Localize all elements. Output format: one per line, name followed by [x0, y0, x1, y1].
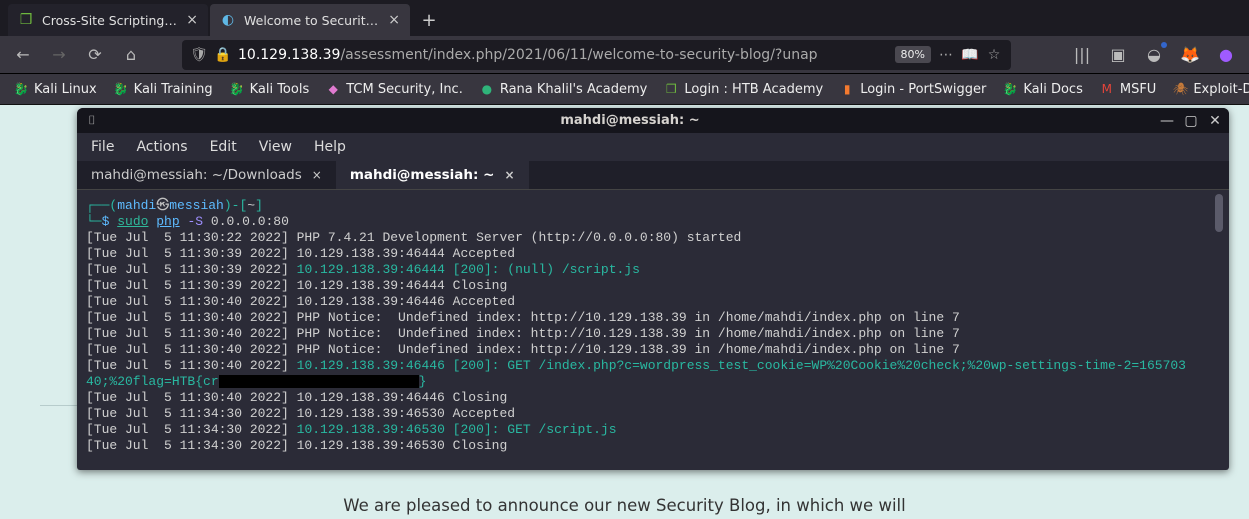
url-bar[interactable]: 🛡 🔒 10.129.138.39/assessment/index.php/2…: [182, 40, 1011, 70]
bookmark-label: Login : HTB Academy: [684, 82, 823, 97]
home-button[interactable]: ⌂: [116, 40, 146, 70]
forward-button[interactable]: →: [44, 40, 74, 70]
bookmark-label: Kali Docs: [1023, 82, 1083, 97]
terminal-title: mahdi@messiah: ~: [101, 113, 1159, 128]
square-icon: ▮: [839, 81, 855, 97]
firefox-icon: ◐: [220, 12, 236, 28]
bookmark-htb[interactable]: ❒ Login : HTB Academy: [656, 76, 830, 102]
bookmark-label: Kali Tools: [250, 82, 310, 97]
menu-file[interactable]: File: [91, 139, 114, 155]
circle-icon: ●: [479, 81, 495, 97]
bookmark-label: TCM Security, Inc.: [346, 82, 463, 97]
diamond-icon: ◆: [325, 81, 341, 97]
close-button[interactable]: ✕: [1207, 113, 1223, 129]
meatball-icon[interactable]: ⋯: [937, 47, 955, 63]
minimize-button[interactable]: —: [1159, 113, 1175, 129]
menu-edit[interactable]: Edit: [210, 139, 237, 155]
bookmark-rana[interactable]: ● Rana Khalil's Academy: [472, 76, 654, 102]
shield-icon: 🛡: [190, 47, 208, 63]
sidebar-icon[interactable]: ▣: [1103, 40, 1133, 70]
terminal-tab-downloads[interactable]: mahdi@messiah: ~/Downloads ×: [77, 161, 336, 189]
dragon-icon: 🐉: [13, 81, 29, 97]
scrollbar-thumb[interactable]: [1215, 194, 1223, 232]
star-icon[interactable]: ☆: [985, 47, 1003, 63]
tab-strip: ❒ Cross-Site Scripting (XSS × ◐ Welcome …: [0, 0, 1249, 36]
new-tab-button[interactable]: +: [412, 4, 446, 36]
bookmark-kali-docs[interactable]: 🐉 Kali Docs: [995, 76, 1090, 102]
bookmark-label: Login - PortSwigger: [860, 82, 986, 97]
terminal-tabs: mahdi@messiah: ~/Downloads × mahdi@messia…: [77, 161, 1229, 190]
bookmark-msfu[interactable]: М MSFU: [1092, 76, 1163, 102]
cube-icon: ❒: [18, 12, 34, 28]
bookmark-label: Rana Khalil's Academy: [500, 82, 647, 97]
library-icon[interactable]: |||: [1067, 40, 1097, 70]
dragon-icon: 🐉: [113, 81, 129, 97]
redacted-block: [219, 375, 419, 388]
zoom-badge[interactable]: 80%: [895, 46, 931, 63]
bookmark-kali-training[interactable]: 🐉 Kali Training: [106, 76, 220, 102]
bookmark-tcm[interactable]: ◆ TCM Security, Inc.: [318, 76, 470, 102]
dragon-icon: 🐉: [1002, 81, 1018, 97]
extension-icon[interactable]: ●: [1211, 40, 1241, 70]
terminal-titlebar[interactable]: ⌷ mahdi@messiah: ~ — ▢ ✕: [77, 108, 1229, 133]
menu-actions[interactable]: Actions: [136, 139, 187, 155]
close-icon[interactable]: ×: [312, 168, 322, 182]
bookmark-exploit-db[interactable]: 🕷 Exploit-DB: [1165, 76, 1249, 102]
terminal-tab-label: mahdi@messiah: ~/Downloads: [91, 167, 302, 183]
spider-icon: 🕷: [1172, 81, 1188, 97]
back-button[interactable]: ←: [8, 40, 38, 70]
browser-chrome: ❒ Cross-Site Scripting (XSS × ◐ Welcome …: [0, 0, 1249, 105]
nav-toolbar: ← → ⟳ ⌂ 🛡 🔒 10.129.138.39/assessment/ind…: [0, 36, 1249, 74]
terminal-body[interactable]: ┌──(mahdi㉿messiah)-[~] └─$ sudo php -S 0…: [81, 190, 1225, 464]
tab-active[interactable]: ◐ Welcome to Security Blog – ×: [210, 4, 410, 36]
tab-inactive[interactable]: ❒ Cross-Site Scripting (XSS ×: [8, 4, 208, 36]
menu-view[interactable]: View: [259, 139, 292, 155]
bookmark-label: Exploit-DB: [1193, 82, 1249, 97]
terminal-menubar: File Actions Edit View Help: [77, 133, 1229, 161]
url-text: 10.129.138.39/assessment/index.php/2021/…: [238, 47, 885, 63]
terminal-output: ┌──(mahdi㉿messiah)-[~] └─$ sudo php -S 0…: [86, 198, 1220, 454]
m-icon: М: [1099, 81, 1115, 97]
lock-strike-icon: 🔒: [214, 47, 232, 63]
close-icon[interactable]: ×: [388, 13, 400, 27]
cube-icon: ❒: [663, 81, 679, 97]
reader-icon[interactable]: 📖: [961, 47, 979, 63]
bookmark-portswigger[interactable]: ▮ Login - PortSwigger: [832, 76, 993, 102]
terminal-tab-label: mahdi@messiah: ~: [350, 167, 495, 183]
bookmark-label: Kali Linux: [34, 82, 97, 97]
page-intro: We are pleased to announce our new Secur…: [0, 496, 1249, 515]
terminal-icon: ⌷: [83, 113, 101, 128]
bookmark-kali-linux[interactable]: 🐉 Kali Linux: [6, 76, 104, 102]
bookmarks-bar: 🐉 Kali Linux 🐉 Kali Training 🐉 Kali Tools ◆…: [0, 74, 1249, 105]
account-icon[interactable]: ◒: [1139, 40, 1169, 70]
foxy-icon[interactable]: 🦊: [1175, 40, 1205, 70]
close-icon[interactable]: ×: [186, 13, 198, 27]
tab-label: Welcome to Security Blog –: [244, 13, 380, 28]
maximize-button[interactable]: ▢: [1183, 113, 1199, 129]
terminal-window: ⌷ mahdi@messiah: ~ — ▢ ✕ File Actions Ed…: [77, 108, 1229, 470]
bookmark-label: MSFU: [1120, 82, 1156, 97]
tab-label: Cross-Site Scripting (XSS: [42, 13, 178, 28]
dragon-icon: 🐉: [229, 81, 245, 97]
close-icon[interactable]: ×: [504, 168, 514, 182]
reload-button[interactable]: ⟳: [80, 40, 110, 70]
terminal-tab-home[interactable]: mahdi@messiah: ~ ×: [336, 161, 529, 189]
bookmark-kali-tools[interactable]: 🐉 Kali Tools: [222, 76, 317, 102]
menu-help[interactable]: Help: [314, 139, 346, 155]
bookmark-label: Kali Training: [134, 82, 213, 97]
